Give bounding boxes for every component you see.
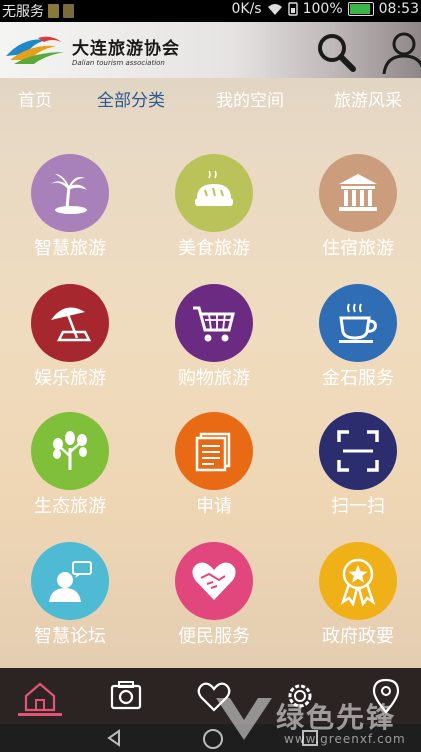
entertainment-tourism-item[interactable]: 娱乐旅游 [0,284,140,404]
documents-icon [195,432,231,472]
network-speed: 0K/s [231,1,262,17]
smart-forum-circle [31,542,109,620]
watermark-logo-icon [216,698,272,740]
food-tourism-circle [175,154,253,232]
scan-label: 扫一扫 [331,496,385,517]
app-title: 大连旅游协会 [72,39,180,59]
jinshi-service-label: 金石服务 [322,368,394,389]
tab-my-space[interactable]: 我的空间 [216,86,284,111]
building-columns-icon [339,174,377,211]
jinshi-service-circle [319,284,397,362]
battery-percent: 100% [302,1,343,17]
lodging-tourism-item[interactable]: 住宿旅游 [288,154,421,274]
scan-circle [319,412,397,490]
apply-item[interactable]: 申请 [144,412,284,532]
eco-tourism-item[interactable]: 生态旅游 [0,412,140,532]
home-icon[interactable] [20,676,60,716]
heart-handshake-icon [192,562,236,600]
battery-icon [347,2,374,16]
bread-icon [195,170,233,206]
status-bar: 无服务 0K/s 100% 08:53 [0,0,421,22]
food-tourism-label: 美食旅游 [178,238,250,259]
shopping-tourism-circle [175,284,253,362]
smart-forum-item[interactable]: 智慧论坛 [0,542,140,662]
app-header: 大连旅游协会 Dalian tourism association [0,22,421,78]
scan-item[interactable]: 扫一扫 [288,412,421,532]
home-active-indicator [18,713,62,716]
user-chat-icon [49,561,92,602]
notification-icon [48,4,59,18]
clock-time: 08:53 [378,1,419,17]
watermark-url: www.greenxf.com [284,732,406,746]
sim-icon [287,2,298,16]
public-service-label: 便民服务 [178,626,250,647]
eco-tourism-label: 生态旅游 [34,496,106,517]
public-service-circle [175,542,253,620]
back-icon[interactable] [104,728,124,748]
smart-tourism-label: 智慧旅游 [34,238,106,259]
watermark: 绿色先锋 www.greenxf.com [214,690,414,750]
food-tourism-item[interactable]: 美食旅游 [144,154,284,274]
carrier-text: 无服务 [2,4,44,20]
beach-umbrella-icon [51,307,92,342]
palm-island-icon [51,174,87,214]
tab-all-categories[interactable]: 全部分类 [97,86,165,111]
government-affairs-circle [319,542,397,620]
shopping-tourism-label: 购物旅游 [178,368,250,389]
eco-tourism-circle [31,412,109,490]
camera-icon[interactable] [106,676,146,716]
jinshi-service-item[interactable]: 金石服务 [288,284,421,404]
app-subtitle: Dalian tourism association [72,59,165,67]
wifi-icon [267,3,282,15]
award-badge-icon [340,558,376,606]
smart-tourism-circle [31,154,109,232]
tree-icon [53,431,87,470]
tab-travel-gallery[interactable]: 旅游风采 [334,86,402,111]
public-service-item[interactable]: 便民服务 [144,542,284,662]
tab-home[interactable]: 首页 [18,86,52,111]
smart-tourism-item[interactable]: 智慧旅游 [0,154,140,274]
association-logo-icon [6,36,64,64]
government-affairs-label: 政府政要 [322,626,394,647]
apply-label: 申请 [196,496,232,517]
government-affairs-item[interactable]: 政府政要 [288,542,421,662]
category-tabs: 首页 全部分类 我的空间 旅游风采 [0,80,421,114]
watermark-text: 绿色先锋 [276,701,397,734]
search-icon[interactable] [314,30,358,74]
shopping-tourism-item[interactable]: 购物旅游 [144,284,284,404]
apply-circle [175,412,253,490]
lodging-tourism-circle [319,154,397,232]
coffee-cup-icon [339,303,377,343]
scan-icon [337,430,379,472]
entertainment-tourism-label: 娱乐旅游 [34,368,106,389]
lodging-tourism-label: 住宿旅游 [322,238,394,259]
notification-icon [63,4,74,18]
user-profile-icon[interactable] [378,30,421,74]
shopping-cart-icon [193,306,235,342]
smart-forum-label: 智慧论坛 [34,626,106,647]
entertainment-tourism-circle [31,284,109,362]
